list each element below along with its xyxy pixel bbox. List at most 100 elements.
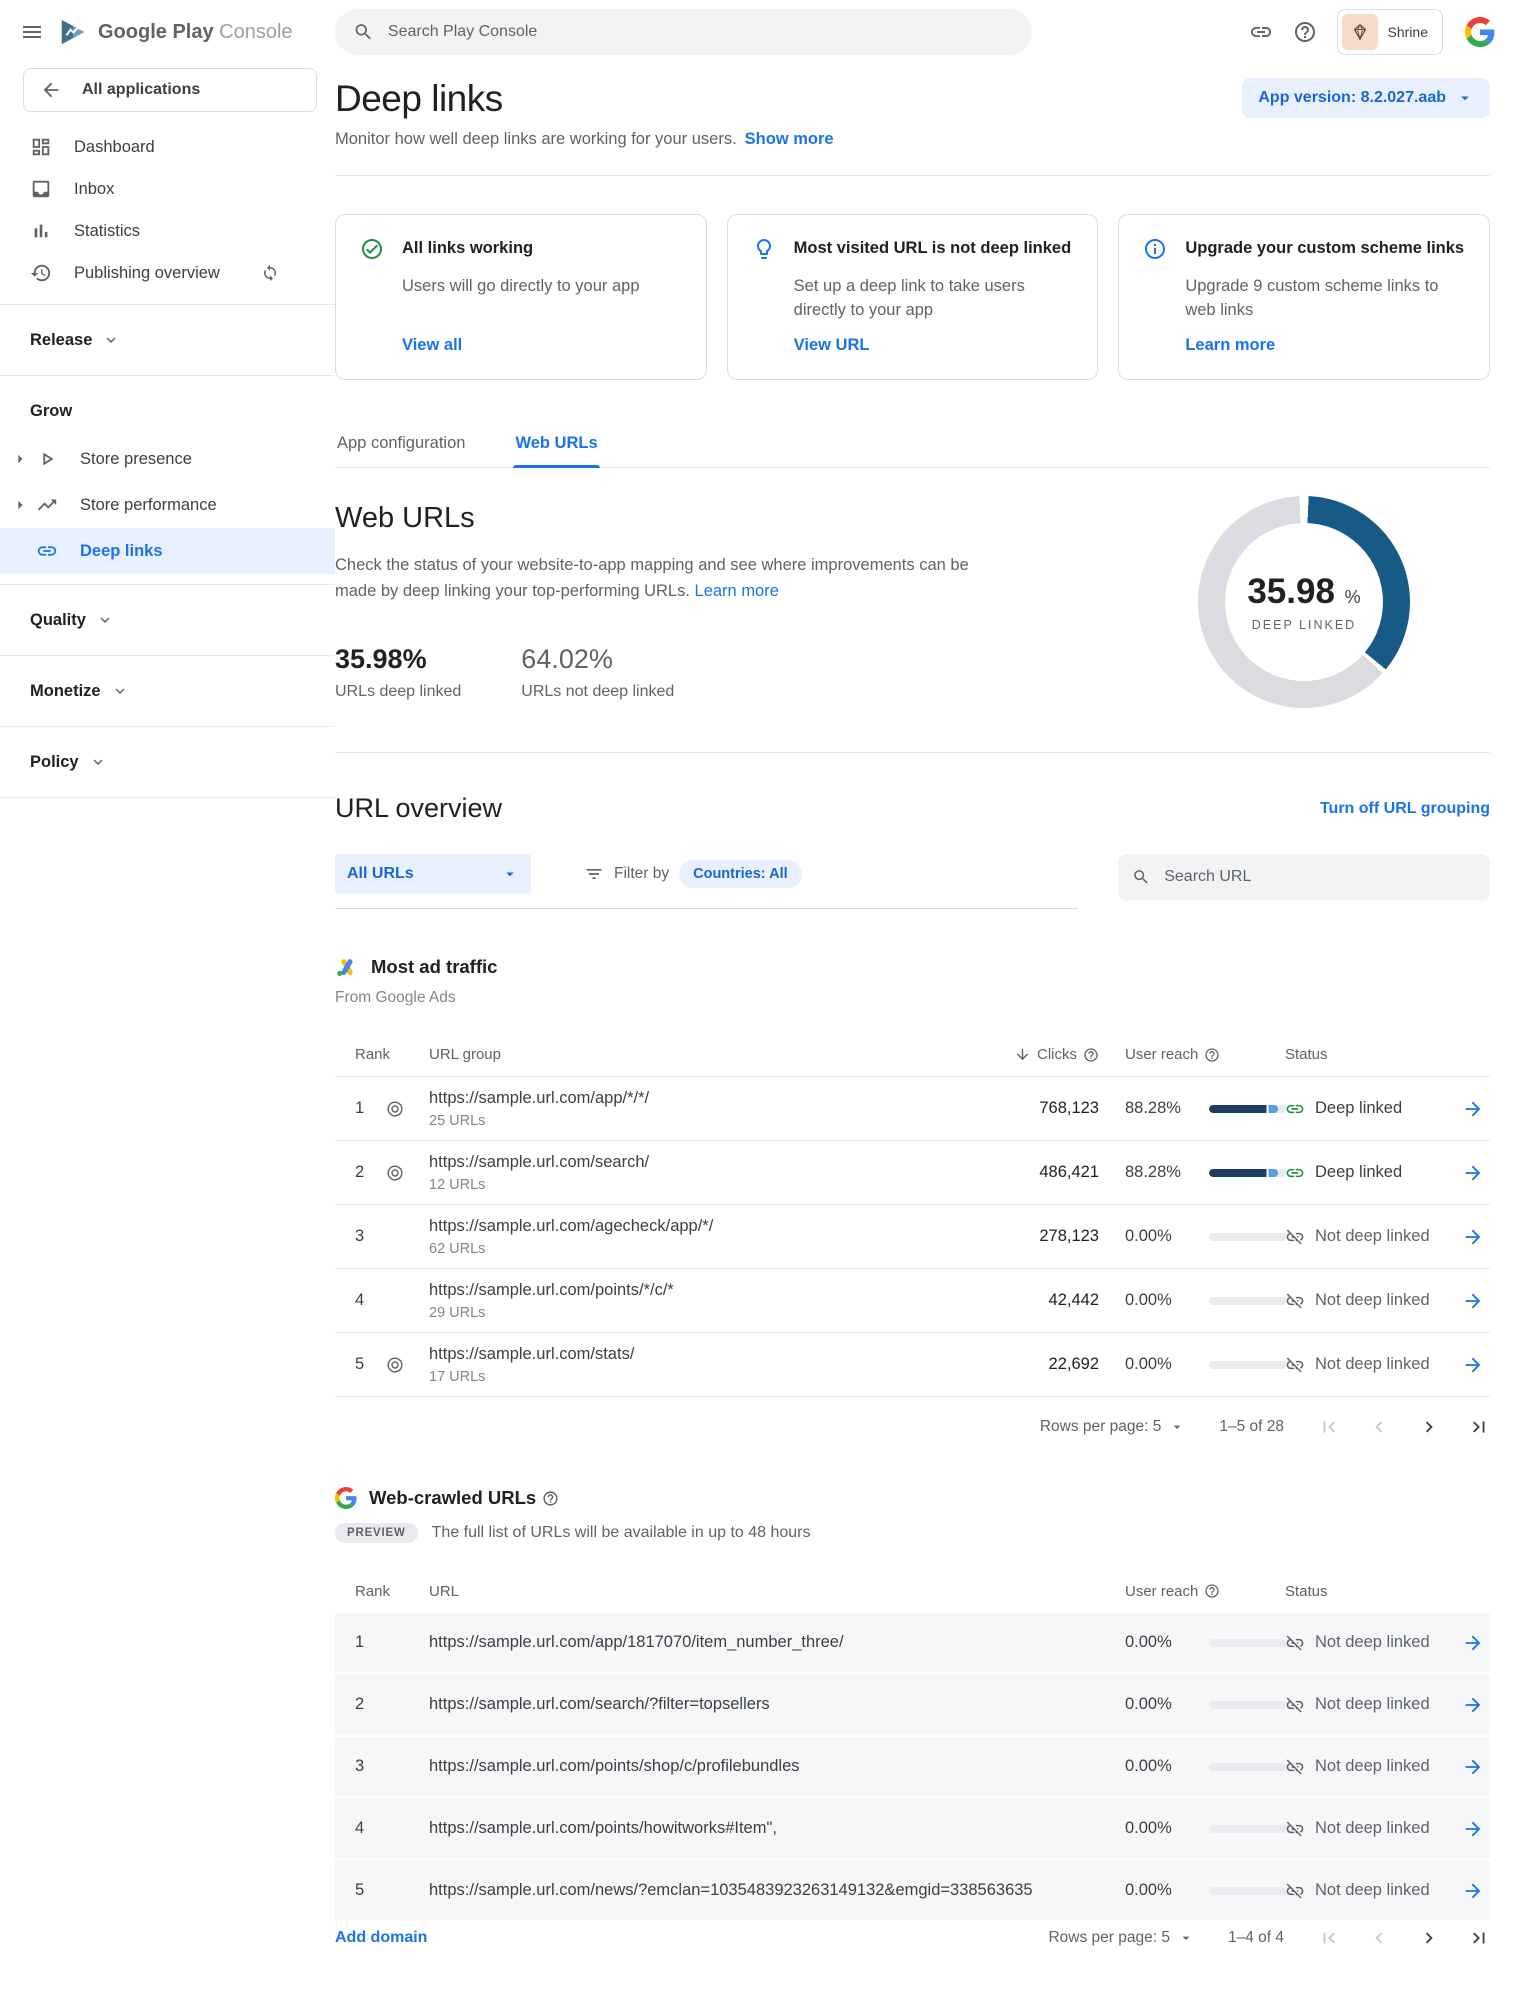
- play-console-logo[interactable]: Google Play Console: [58, 17, 293, 47]
- row-arrow-button[interactable]: [1445, 1226, 1490, 1248]
- previous-page-icon[interactable]: [1368, 1416, 1390, 1438]
- add-domain-link[interactable]: Add domain: [335, 1929, 427, 1947]
- tab-web-urls[interactable]: Web URLs: [513, 424, 599, 467]
- row-arrow-button[interactable]: [1445, 1632, 1490, 1654]
- clicks-cell: 278,123: [959, 1227, 1099, 1246]
- row-arrow-button[interactable]: [1445, 1354, 1490, 1376]
- caret-down-icon: [501, 865, 519, 883]
- sidebar-item-inbox[interactable]: Inbox: [0, 168, 335, 210]
- last-page-icon[interactable]: [1468, 1416, 1490, 1438]
- section-label: Quality: [30, 611, 86, 630]
- rows-per-page-select[interactable]: Rows per page: 5: [1040, 1418, 1186, 1436]
- search-url-input[interactable]: [1162, 867, 1476, 887]
- help-icon[interactable]: [1083, 1047, 1099, 1063]
- url-text[interactable]: https://sample.url.com/points/shop/c/pro…: [429, 1757, 1099, 1776]
- rows-per-page-select[interactable]: Rows per page: 5: [1048, 1929, 1194, 1947]
- play-console-logo-icon: [58, 17, 88, 47]
- help-icon[interactable]: [1204, 1047, 1220, 1063]
- row-arrow-button[interactable]: [1445, 1290, 1490, 1312]
- previous-page-icon[interactable]: [1368, 1927, 1390, 1949]
- reach-bar: [1189, 1639, 1285, 1647]
- filter-icon: [584, 864, 604, 884]
- sort-desc-icon: [1014, 1046, 1031, 1063]
- show-more-link[interactable]: Show more: [745, 130, 834, 148]
- store-presence-icon: [36, 448, 58, 470]
- expand-arrow-icon[interactable]: [10, 449, 30, 469]
- all-urls-dropdown[interactable]: All URLs: [335, 854, 531, 894]
- learn-more-link[interactable]: Learn more: [695, 582, 779, 600]
- header-clicks[interactable]: Clicks: [959, 1046, 1099, 1063]
- row-arrow-button[interactable]: [1445, 1098, 1490, 1120]
- header-rank: Rank: [335, 1046, 385, 1063]
- help-icon[interactable]: [542, 1490, 559, 1507]
- sidebar-item-publishing-overview[interactable]: Publishing overview: [0, 252, 335, 294]
- sidebar-item-store-performance[interactable]: Store performance: [0, 482, 335, 528]
- app-selector[interactable]: Shrine: [1337, 9, 1443, 55]
- help-icon[interactable]: [1204, 1583, 1220, 1599]
- all-applications-button[interactable]: All applications: [23, 68, 317, 112]
- url-text[interactable]: https://sample.url.com/search/: [429, 1153, 959, 1172]
- sidebar-item-label: Dashboard: [74, 138, 155, 157]
- sidebar-item-label: Deep links: [80, 542, 163, 561]
- tab-app-configuration[interactable]: App configuration: [335, 424, 467, 467]
- menu-icon[interactable]: [20, 20, 44, 44]
- countries-filter-chip[interactable]: Countries: All: [679, 860, 802, 888]
- help-icon[interactable]: [1293, 20, 1317, 44]
- view-all-link[interactable]: View all: [402, 336, 682, 355]
- url-text[interactable]: https://sample.url.com/app/*/*/: [429, 1089, 959, 1108]
- sidebar-section-policy[interactable]: Policy: [0, 737, 335, 787]
- url-text[interactable]: https://sample.url.com/points/*/c/*: [429, 1281, 959, 1300]
- row-arrow-button[interactable]: [1445, 1162, 1490, 1184]
- view-url-link[interactable]: View URL: [794, 336, 1074, 355]
- row-arrow-button[interactable]: [1445, 1694, 1490, 1716]
- url-text[interactable]: https://sample.url.com/agecheck/app/*/: [429, 1217, 959, 1236]
- last-page-icon[interactable]: [1468, 1927, 1490, 1949]
- sync-icon[interactable]: [261, 264, 279, 282]
- url-text[interactable]: https://sample.url.com/search/?filter=to…: [429, 1695, 1099, 1714]
- table-row: 1 https://sample.url.com/app/*/*/25 URLs…: [335, 1077, 1490, 1141]
- sidebar-item-store-presence[interactable]: Store presence: [0, 436, 335, 482]
- link-shortcut-icon[interactable]: [1249, 20, 1273, 44]
- search-icon: [1132, 867, 1150, 887]
- url-group-cell: https://sample.url.com/stats/17 URLs: [429, 1345, 959, 1385]
- search-url-box[interactable]: [1118, 854, 1490, 900]
- not-deep-linked-icon: [1285, 1695, 1305, 1715]
- next-page-icon[interactable]: [1418, 1416, 1440, 1438]
- global-search[interactable]: [335, 9, 1032, 55]
- reach-cell: 0.00%: [1099, 1757, 1189, 1776]
- status-cell: Deep linked: [1285, 1163, 1445, 1183]
- top-bar-left: Google Play Console: [0, 17, 335, 47]
- sidebar-section-monetize[interactable]: Monetize: [0, 666, 335, 716]
- rank-cell: 3: [335, 1757, 429, 1776]
- url-text[interactable]: https://sample.url.com/stats/: [429, 1345, 959, 1364]
- sidebar-section-quality[interactable]: Quality: [0, 595, 335, 645]
- row-arrow-button[interactable]: [1445, 1880, 1490, 1902]
- divider: [0, 797, 335, 798]
- app-version-selector[interactable]: App version: 8.2.027.aab: [1242, 78, 1490, 118]
- url-text[interactable]: https://sample.url.com/app/1817070/item_…: [429, 1633, 1099, 1652]
- rank-cell: 4: [335, 1819, 429, 1838]
- sidebar-item-dashboard[interactable]: Dashboard: [0, 126, 335, 168]
- divider: [335, 752, 1490, 753]
- next-page-icon[interactable]: [1418, 1927, 1440, 1949]
- global-search-input[interactable]: [386, 22, 1014, 42]
- row-arrow-button[interactable]: [1445, 1756, 1490, 1778]
- google-account-button[interactable]: [1463, 15, 1497, 49]
- turn-off-url-grouping-link[interactable]: Turn off URL grouping: [1320, 800, 1490, 818]
- url-text[interactable]: https://sample.url.com/points/howitworks…: [429, 1819, 1099, 1838]
- url-text[interactable]: https://sample.url.com/news/?emclan=1035…: [429, 1881, 1099, 1900]
- url-count: 62 URLs: [429, 1241, 959, 1257]
- sidebar-item-statistics[interactable]: Statistics: [0, 210, 335, 252]
- reach-cell: 0.00%: [1099, 1881, 1189, 1900]
- dashboard-icon: [30, 136, 52, 158]
- first-page-icon[interactable]: [1318, 1927, 1340, 1949]
- header-status: Status: [1285, 1583, 1445, 1600]
- sidebar-section-release[interactable]: Release: [0, 315, 335, 365]
- header-user-reach: User reach: [1099, 1583, 1285, 1600]
- expand-arrow-icon[interactable]: [10, 495, 30, 515]
- row-arrow-button[interactable]: [1445, 1818, 1490, 1840]
- first-page-icon[interactable]: [1318, 1416, 1340, 1438]
- sidebar-item-deep-links[interactable]: Deep links: [0, 528, 335, 574]
- status-label: Deep linked: [1315, 1163, 1402, 1182]
- learn-more-link[interactable]: Learn more: [1185, 336, 1465, 355]
